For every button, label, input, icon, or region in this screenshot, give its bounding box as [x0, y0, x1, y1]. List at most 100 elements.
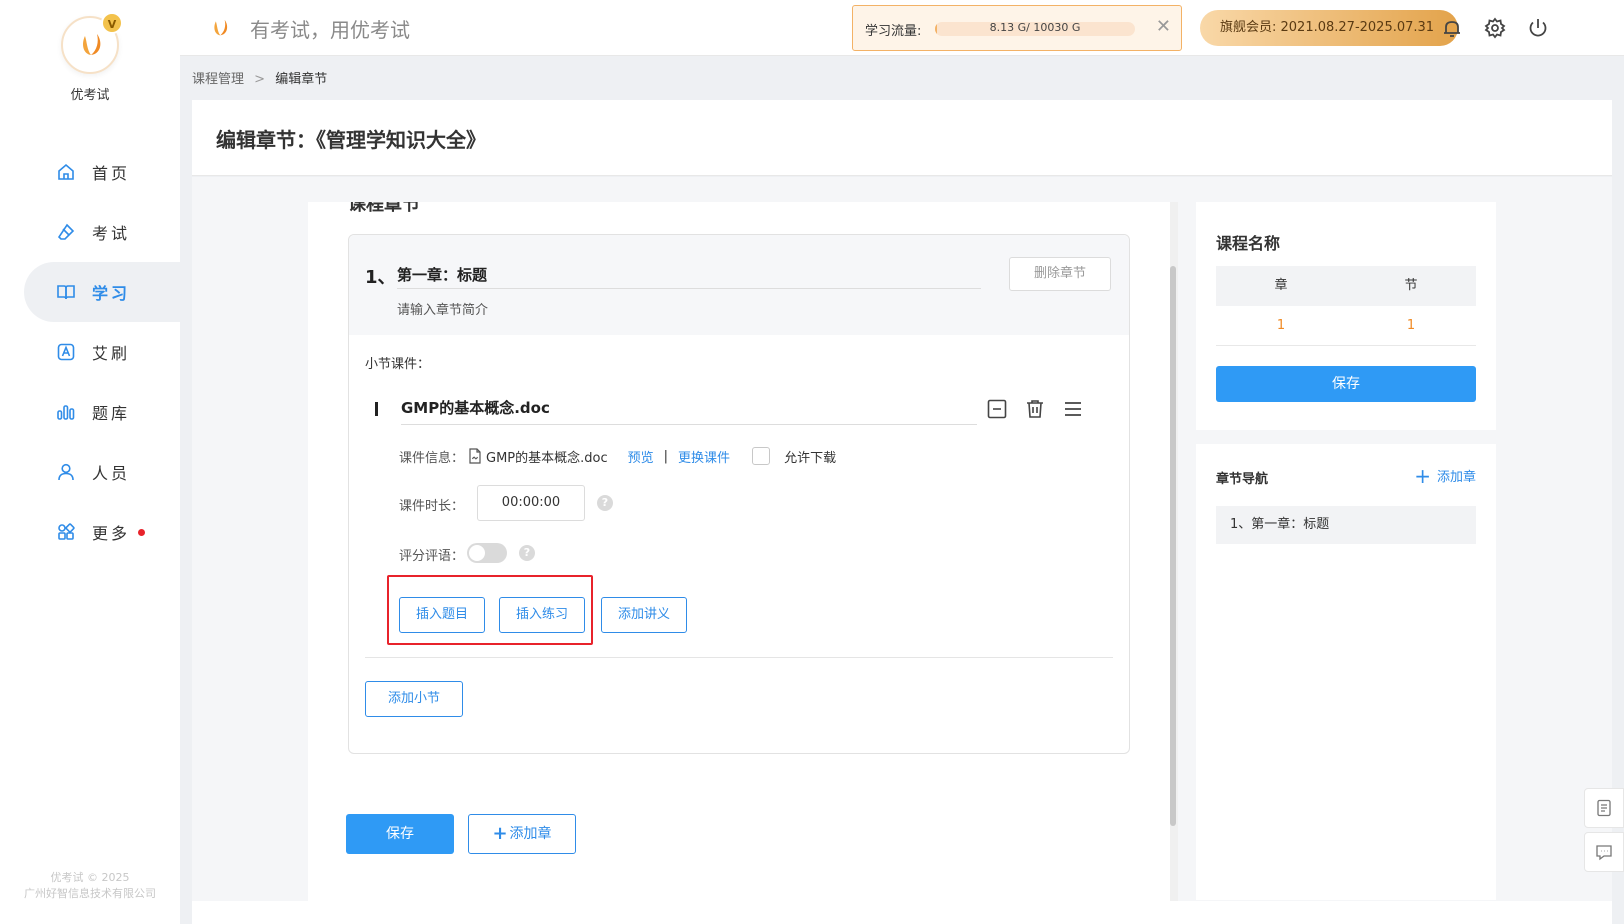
- add-section-button[interactable]: 添加小节: [365, 681, 463, 717]
- allow-download-checkbox[interactable]: [752, 447, 771, 465]
- person-icon: [56, 462, 76, 482]
- score-comment-toggle[interactable]: [467, 543, 507, 563]
- score-comment-label: 评分评语：: [399, 549, 465, 564]
- bell-icon[interactable]: [1440, 16, 1464, 40]
- help-icon[interactable]: ?: [597, 495, 613, 511]
- allow-download-label: 允许下载: [784, 450, 837, 466]
- breadcrumb-current: 编辑章节: [275, 72, 328, 87]
- sidebar-item-aishua[interactable]: 艾刷: [0, 322, 180, 382]
- save-button[interactable]: 保存: [346, 814, 454, 854]
- sidebar-item-label: 艾刷: [92, 344, 131, 363]
- sidebar-item-exam[interactable]: 考试: [0, 202, 180, 262]
- courseware-info-label: 课件信息：: [399, 450, 465, 466]
- sidebar-item-label: 考试: [92, 224, 131, 243]
- apps-icon: [56, 522, 76, 542]
- courseware-info-row: 课件信息： GMP的基本概念.doc 预览 | 更换课件 允许下载: [399, 445, 836, 467]
- table-header: 章 节: [1216, 266, 1476, 306]
- notes-float-button[interactable]: [1584, 788, 1624, 828]
- breadcrumb-separator: >: [254, 72, 266, 87]
- chat-float-button[interactable]: [1584, 832, 1624, 872]
- chapter-title-input[interactable]: 第一章：标题: [397, 257, 981, 289]
- sidebar-item-label: 题库: [92, 404, 131, 423]
- page-title-bar: 编辑章节：《管理学知识大全》: [192, 100, 1612, 176]
- courseware-file-name: GMP的基本概念.doc: [486, 450, 608, 466]
- brand-logo-mark: [83, 34, 101, 55]
- course-name-title: 课程名称: [1216, 234, 1281, 253]
- scrollbar[interactable]: [1170, 202, 1178, 902]
- sidebar-item-label: 更多: [92, 524, 131, 543]
- chat-icon: [1596, 845, 1612, 861]
- sidebar-item-home[interactable]: 首页: [0, 142, 180, 202]
- sidebar-item-study[interactable]: 学习: [24, 262, 180, 322]
- panel-save-button[interactable]: 保存: [1216, 366, 1476, 402]
- sidebar: V 优考试 首页 考试 学习 艾刷 题库 人员 更多 优考试 © 2025 广州…: [0, 0, 180, 924]
- company-name: 广州好智信息技术有限公司: [24, 887, 156, 900]
- study-traffic-banner: 学习流量: 8.13 G/ 10030 G ✕: [852, 5, 1182, 51]
- traffic-value: 8.13 G/ 10030 G: [989, 21, 1081, 34]
- chapter-number: 1、: [365, 267, 396, 288]
- chapter-header: 1、 第一章：标题 请输入章节简介 删除章节: [349, 235, 1129, 335]
- replace-courseware-link[interactable]: 更换课件: [678, 447, 730, 466]
- copyright-text: 优考试 © 2025: [50, 871, 130, 884]
- chapter-card: 1、 第一章：标题 请输入章节简介 删除章节 小节课件： GMP的基本概念.do…: [348, 234, 1130, 754]
- duration-label: 课件时长：: [399, 499, 465, 514]
- gear-icon[interactable]: [1483, 16, 1507, 40]
- courseware-name-input[interactable]: GMP的基本概念.doc: [401, 391, 977, 425]
- breadcrumb-course-management[interactable]: 课程管理: [192, 72, 244, 87]
- toggle-knob: [469, 545, 485, 561]
- chapter-nav-title: 章节导航: [1216, 472, 1269, 487]
- brand-name: 优考试: [70, 88, 110, 103]
- table-row: 1 1: [1216, 306, 1476, 346]
- plus-icon: +: [492, 823, 508, 844]
- sidebar-item-question-bank[interactable]: 题库: [0, 382, 180, 442]
- course-summary-panel: 课程名称 章 节 1 1 保存: [1196, 202, 1496, 430]
- scrollbar-thumb[interactable]: [1170, 266, 1176, 826]
- trash-icon[interactable]: [1023, 397, 1047, 421]
- section-count: 1: [1406, 318, 1416, 333]
- chapter-editor-panel: 课程章节 1、 第一章：标题 请输入章节简介 删除章节 小节课件： GMP的基本…: [308, 202, 1178, 902]
- top-header: 有考试，用优考试 学习流量: 8.13 G/ 10030 G ✕ 旗舰会员: 2…: [180, 0, 1624, 56]
- chapter-navigation-panel: 章节导航 + 添加章 1、第一章：标题: [1196, 444, 1496, 900]
- add-chapter-button[interactable]: + 添加章: [468, 814, 576, 854]
- bar-chart-icon: [56, 402, 76, 422]
- power-icon[interactable]: [1526, 16, 1550, 40]
- add-handout-button[interactable]: 添加讲义: [601, 597, 687, 633]
- traffic-label: 学习流量:: [865, 24, 922, 39]
- brand-logo[interactable]: V: [61, 12, 123, 74]
- chapter-nav-item[interactable]: 1、第一章：标题: [1216, 506, 1476, 544]
- chapter-description-input[interactable]: 请输入章节简介: [397, 299, 488, 318]
- membership-badge[interactable]: 旗舰会员: 2021.08.27-2025.07.31: [1200, 10, 1458, 46]
- section-courseware-label: 小节课件：: [365, 357, 431, 372]
- nav-add-chapter-label: 添加章: [1436, 470, 1476, 485]
- drag-handle-icon[interactable]: [1061, 397, 1085, 421]
- duration-input[interactable]: 00:00:00: [477, 485, 585, 521]
- preview-link[interactable]: 预览: [628, 447, 654, 466]
- chapter-count-table: 章 节 1 1: [1216, 266, 1476, 346]
- book-icon: [56, 282, 76, 302]
- section-heading: 课程章节: [348, 202, 420, 215]
- a-badge-icon: [56, 342, 76, 362]
- nav-add-chapter-button[interactable]: + 添加章: [1414, 463, 1476, 488]
- chapter-count: 1: [1276, 318, 1286, 333]
- close-icon[interactable]: ✕: [1156, 16, 1171, 37]
- delete-chapter-button[interactable]: 删除章节: [1009, 257, 1111, 291]
- page-title: 编辑章节：《管理学知识大全》: [216, 128, 486, 152]
- home-icon: [56, 162, 76, 182]
- sidebar-item-personnel[interactable]: 人员: [0, 442, 180, 502]
- eraser-icon: [56, 222, 76, 242]
- document-icon: [469, 448, 481, 464]
- insert-question-button[interactable]: 插入题目: [399, 597, 485, 633]
- header-logo-icon: [214, 19, 228, 36]
- plus-icon: +: [1414, 463, 1431, 488]
- column-header-chapter: 章: [1274, 278, 1288, 293]
- sidebar-item-more[interactable]: 更多: [0, 502, 180, 562]
- column-header-section: 节: [1404, 278, 1418, 293]
- insert-exercise-button[interactable]: 插入练习: [499, 597, 585, 633]
- collapse-icon[interactable]: [985, 397, 1009, 421]
- breadcrumb: 课程管理 > 编辑章节: [192, 68, 327, 87]
- vip-crown-icon: V: [101, 12, 123, 34]
- divider: [365, 657, 1113, 658]
- sidebar-item-label: 学习: [92, 284, 131, 303]
- help-icon[interactable]: ?: [519, 545, 535, 561]
- bottom-strip: [192, 901, 1612, 924]
